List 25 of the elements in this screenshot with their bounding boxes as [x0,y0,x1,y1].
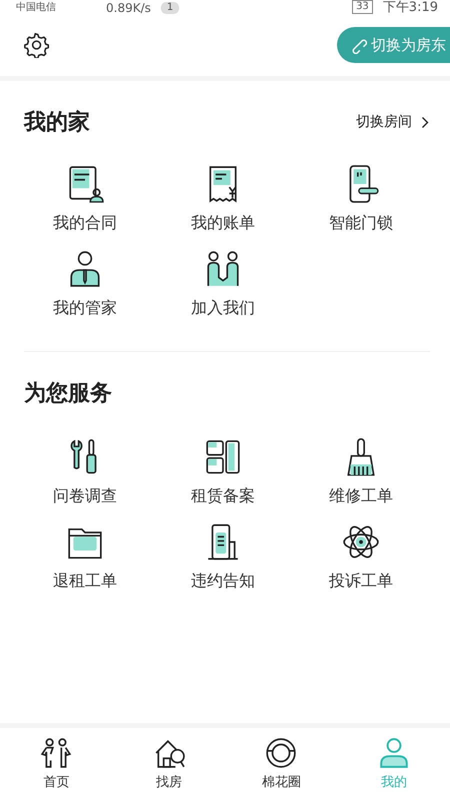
layout-icon [204,438,242,476]
notification-count: 1 [160,2,180,14]
menu-item[interactable]: 加入我们 [191,298,255,319]
menu-item[interactable]: 租赁备案 [191,486,255,507]
atom-icon [342,523,380,561]
menu-item[interactable]: 投诉工单 [329,571,393,592]
menu-item[interactable]: 我的管家 [53,298,117,319]
chevron-right-icon [420,114,430,130]
menu-item[interactable]: 我的合同 [53,213,117,234]
network-speed: 0.89K/s [106,2,151,14]
menu-item[interactable]: 我的账单 [191,213,255,234]
menu-item[interactable]: 维修工单 [329,486,393,507]
people-icon [39,737,74,769]
clock-time: 下午3:19 [382,2,438,14]
ring-icon [264,737,298,769]
settings-icon [24,32,50,58]
menu-item[interactable]: 退租工单 [53,571,117,592]
menu-item[interactable]: 智能门锁 [329,213,393,234]
menu-item[interactable]: 违约告知 [191,571,255,592]
battery-level: 33 [352,0,373,14]
section-title: 我的家 [24,108,90,137]
section-title: 为您服务 [24,380,112,408]
switch-room-link[interactable]: 切换房间 [356,113,430,131]
menu-item[interactable]: 问卷调查 [53,486,117,507]
carrier-name: 中国电信 [16,2,56,14]
